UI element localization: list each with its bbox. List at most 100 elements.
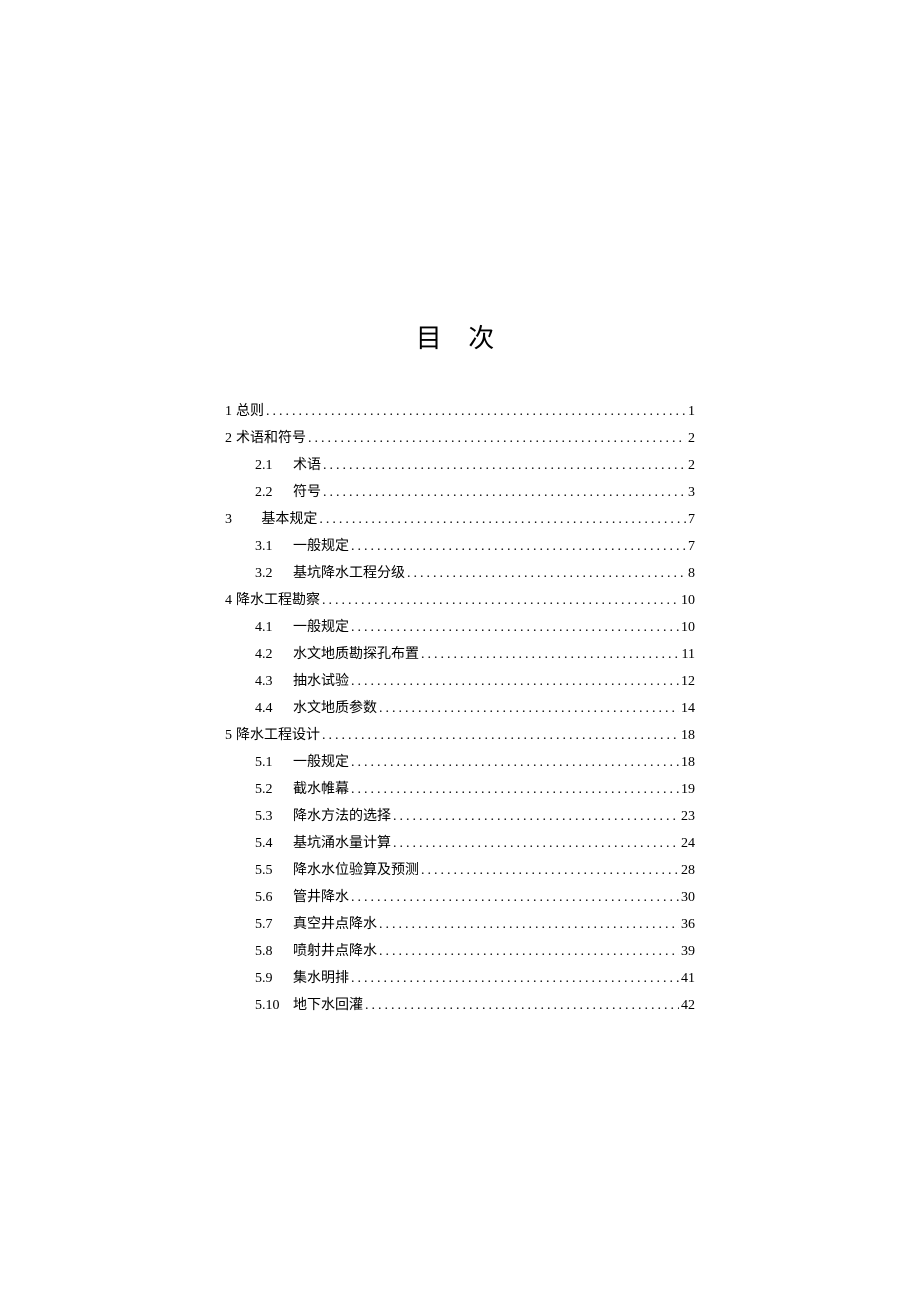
entry-page: 10 — [681, 587, 695, 614]
dot-leader — [319, 506, 686, 533]
entry-page: 3 — [688, 479, 695, 506]
entry-label: 降水方法的选择 — [293, 803, 391, 830]
entry-number: 2 — [225, 425, 232, 452]
dot-leader — [379, 938, 679, 965]
dot-leader — [322, 722, 679, 749]
entry-page: 42 — [681, 992, 695, 1019]
entry-number: 5 — [225, 722, 232, 749]
dot-leader — [351, 614, 679, 641]
dot-leader — [351, 533, 686, 560]
toc-chapter: 4降水工程勘察 10 — [225, 587, 695, 614]
toc-chapter: 2术语和符号2 — [225, 425, 695, 452]
dot-leader — [323, 479, 686, 506]
dot-leader — [266, 398, 686, 425]
entry-label: 一般规定 — [293, 749, 349, 776]
dot-leader — [393, 830, 679, 857]
entry-number: 2.2 — [255, 479, 293, 506]
entry-label: 管井降水 — [293, 884, 349, 911]
entry-number: 5.4 — [255, 830, 293, 857]
entry-number: 3 — [225, 506, 232, 533]
dot-leader — [351, 668, 679, 695]
entry-page: 28 — [681, 857, 695, 884]
entry-label: 降水工程勘察 — [236, 587, 320, 614]
entry-number: 5.8 — [255, 938, 293, 965]
toc-subentry: 4.3抽水试验 12 — [225, 668, 695, 695]
toc-title: 目 次 — [0, 318, 920, 355]
dot-leader — [365, 992, 679, 1019]
toc-subentry: 5.10地下水回灌 42 — [225, 992, 695, 1019]
entry-number: 4.1 — [255, 614, 293, 641]
entry-page: 1 — [688, 398, 695, 425]
entry-page: 36 — [681, 911, 695, 938]
entry-label: 基本规定 — [261, 506, 317, 533]
entry-page: 18 — [681, 722, 695, 749]
entry-number: 5.10 — [255, 992, 293, 1019]
entry-number: 3.1 — [255, 533, 293, 560]
entry-number: 5.3 — [255, 803, 293, 830]
toc-subentry: 5.1一般规定 18 — [225, 749, 695, 776]
dot-leader — [421, 641, 680, 668]
entry-page: 2 — [688, 425, 695, 452]
entry-page: 14 — [681, 695, 695, 722]
entry-label: 降水水位验算及预测 — [293, 857, 419, 884]
entry-label: 基坑降水工程分级 — [293, 560, 405, 587]
entry-page: 39 — [681, 938, 695, 965]
entry-page: 7 — [688, 533, 695, 560]
toc-subentry: 2.1术语 2 — [225, 452, 695, 479]
entry-page: 23 — [681, 803, 695, 830]
entry-label: 降水工程设计 — [236, 722, 320, 749]
entry-page: 30 — [681, 884, 695, 911]
entry-number: 4.4 — [255, 695, 293, 722]
entry-label: 符号 — [293, 479, 321, 506]
toc-subentry: 4.2水文地质勘探孔布置 11 — [225, 641, 695, 668]
page: { "title": "目 次", "toc": [ { "type": "to… — [0, 0, 920, 1301]
entry-label: 集水明排 — [293, 965, 349, 992]
entry-page: 8 — [688, 560, 695, 587]
entry-page: 2 — [688, 452, 695, 479]
entry-page: 12 — [681, 668, 695, 695]
entry-page: 10 — [681, 614, 695, 641]
toc-subentry: 5.6管井降水 30 — [225, 884, 695, 911]
entry-number: 4.2 — [255, 641, 293, 668]
entry-label: 一般规定 — [293, 533, 349, 560]
entry-label: 总则 — [236, 398, 264, 425]
table-of-contents: 1总则12术语和符号22.1术语22.2符号33基本规定73.1一般规定73.2… — [225, 398, 695, 1019]
toc-subentry: 3.2基坑降水工程分级 8 — [225, 560, 695, 587]
entry-label: 喷射井点降水 — [293, 938, 377, 965]
dot-leader — [421, 857, 679, 884]
toc-chapter: 3 基本规定 7 — [225, 506, 695, 533]
entry-number: 5.1 — [255, 749, 293, 776]
entry-label: 截水帷幕 — [293, 776, 349, 803]
entry-label: 地下水回灌 — [293, 992, 363, 1019]
entry-number: 1 — [225, 398, 232, 425]
entry-page: 24 — [681, 830, 695, 857]
toc-subentry: 4.1一般规定10 — [225, 614, 695, 641]
dot-leader — [351, 884, 679, 911]
entry-label: 抽水试验 — [293, 668, 349, 695]
dot-leader — [351, 776, 679, 803]
dot-leader — [407, 560, 686, 587]
entry-page: 11 — [682, 641, 695, 668]
toc-subentry: 4.4水文地质参数 14 — [225, 695, 695, 722]
toc-subentry: 5.8喷射井点降水 39 — [225, 938, 695, 965]
dot-leader — [322, 587, 679, 614]
entry-number: 4.3 — [255, 668, 293, 695]
entry-number: 5.2 — [255, 776, 293, 803]
toc-chapter: 5降水工程设计 18 — [225, 722, 695, 749]
entry-page: 7 — [688, 506, 695, 533]
dot-leader — [323, 452, 686, 479]
entry-number: 5.7 — [255, 911, 293, 938]
dot-leader — [393, 803, 679, 830]
entry-label: 术语 — [293, 452, 321, 479]
entry-label: 水文地质勘探孔布置 — [293, 641, 419, 668]
entry-label: 真空井点降水 — [293, 911, 377, 938]
entry-label: 基坑涌水量计算 — [293, 830, 391, 857]
entry-number: 4 — [225, 587, 232, 614]
entry-page: 18 — [681, 749, 695, 776]
entry-number: 3.2 — [255, 560, 293, 587]
entry-number: 5.6 — [255, 884, 293, 911]
entry-label: 水文地质参数 — [293, 695, 377, 722]
toc-subentry: 5.7真空井点降水 36 — [225, 911, 695, 938]
toc-subentry: 3.1一般规定 7 — [225, 533, 695, 560]
entry-number: 2.1 — [255, 452, 293, 479]
